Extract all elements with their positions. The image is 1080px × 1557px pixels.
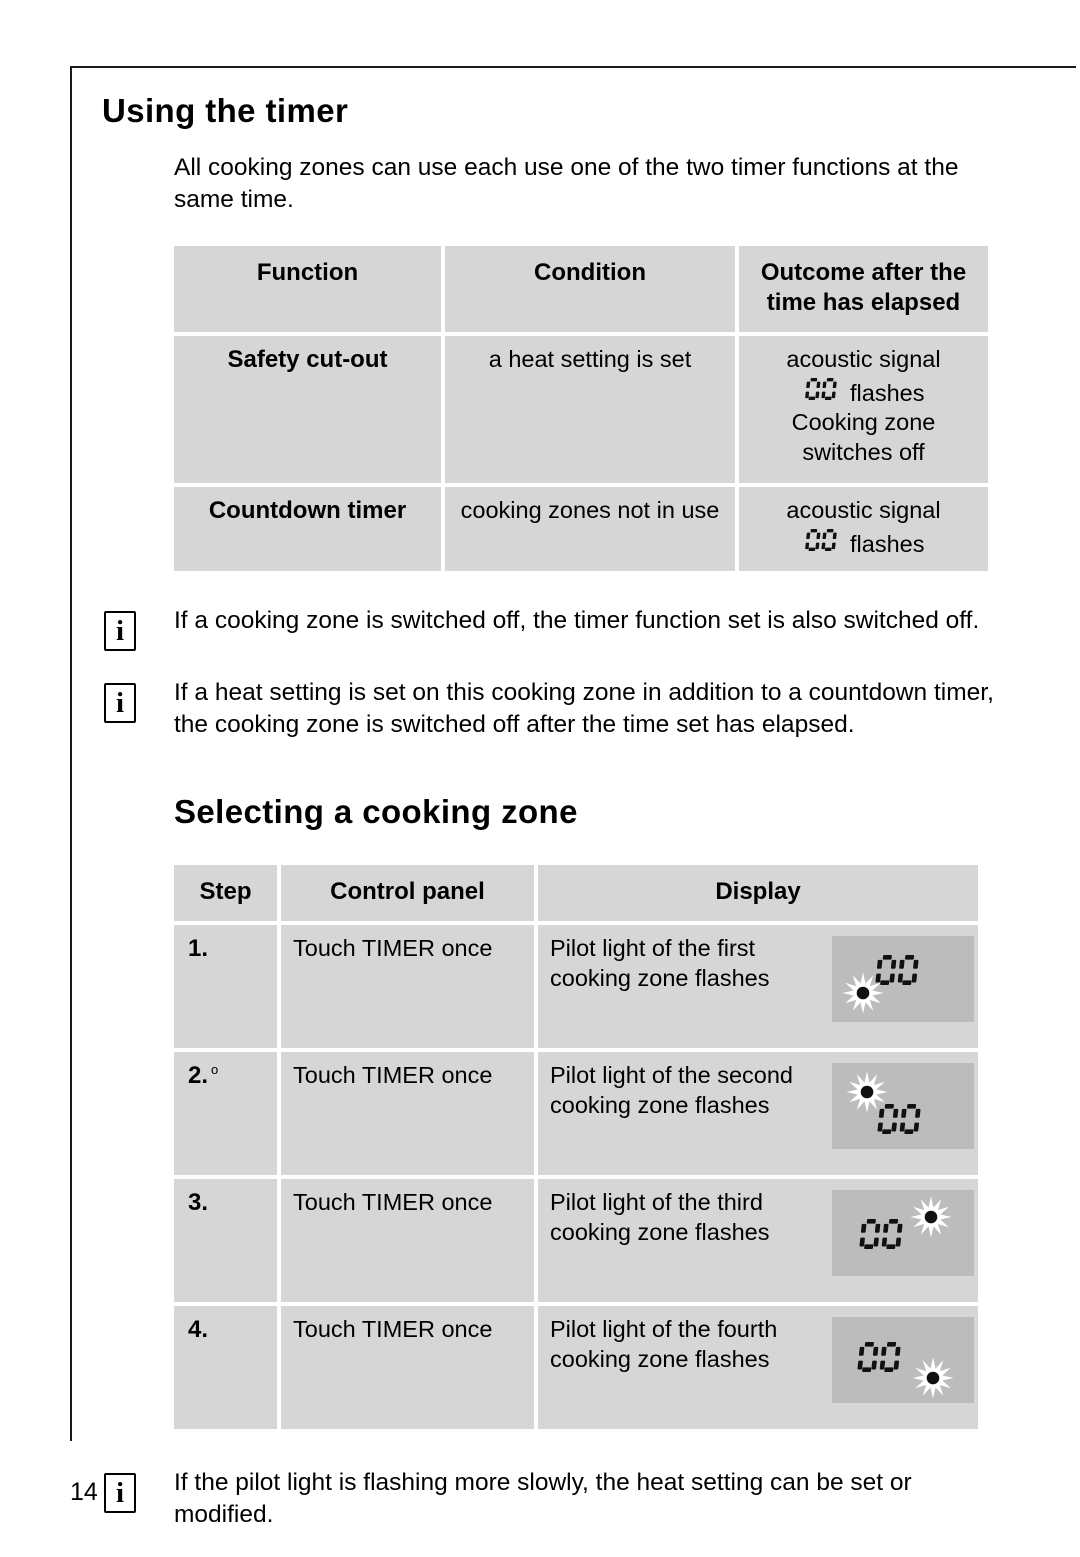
step-superscript-mark: o [211,1062,219,1078]
display-description-text: Pilot light of the third cooking zone fl… [550,1189,770,1245]
cell-condition-countdown-timer: cooking zones not in use [445,487,735,572]
column-header-function: Function [174,245,441,333]
pilot-light-flashing-icon [910,1196,952,1246]
cell-function-countdown-timer: Countdown timer [174,487,441,572]
page-title-using-the-timer: Using the timer [102,92,349,129]
outcome-line-switches-off: switches off [802,438,925,465]
cell-display: Pilot light of the third cooking zone fl… [538,1179,978,1303]
cell-display: Pilot light of the fourth cooking zone f… [538,1306,978,1430]
outcome-line-acoustic-signal: acoustic signal [786,497,941,524]
column-header-step: Step [174,865,277,922]
table-row: 3. Touch TIMER once Pilot light of the thi… [174,1179,978,1303]
page-title-selecting-a-cooking-zone: Selecting a cooking zone [174,793,578,831]
table-header-row: Step Control panel Display [174,865,978,922]
outcome-line-acoustic-signal: acoustic signal [786,346,941,373]
page-content: Using the timer All cooking zones can us… [102,92,1007,1557]
info-note-text: If a cooking zone is switched off, the t… [174,607,980,635]
page-left-rule [70,66,72,1441]
info-note-text: If the pilot light is flashing more slow… [174,1469,912,1529]
table-row: Countdown timer cooking zones not in use… [174,487,988,572]
pilot-light-flashing-icon [912,1357,954,1407]
lcd-seven-segment-digits [874,952,927,996]
cell-control-panel-action: Touch TIMER once [281,1052,534,1176]
cell-control-panel-action: Touch TIMER once [281,1179,534,1303]
lcd-display-graphic [832,936,974,1023]
display-description-text: Pilot light of the fourth cooking zone f… [550,1316,778,1372]
cell-function-safety-cut-out: Safety cut-out [174,336,441,484]
cell-outcome-safety-cut-out: acoustic signal flashes Cooking zone swi… [739,336,988,484]
lcd-seven-segment-digits [856,1339,909,1383]
info-note: i If a heat setting is set on this cooki… [102,677,1007,741]
info-icon: i [104,683,136,724]
table-row: 2. o Touch TIMER once Pilot light of the se… [174,1052,978,1176]
info-note-text: If a heat setting is set on this cooking… [174,679,994,739]
page-top-rule [70,66,1076,68]
info-icon: i [104,611,136,652]
notes-group-top: i If a cooking zone is switched off, the… [102,605,1007,741]
seven-segment-digits [803,375,844,403]
lcd-seven-segment-digits [858,1216,911,1260]
notes-group-bottom: i If the pilot light is flashing more sl… [102,1467,1007,1531]
timer-functions-table: Function Condition Outcome after the tim… [170,242,992,576]
info-icon: i [104,1473,136,1514]
seven-segment-digits [803,526,844,554]
lcd-display-graphic [832,1317,974,1404]
column-header-condition: Condition [445,245,735,333]
outcome-line-flashes: flashes [843,379,925,406]
display-description-text: Pilot light of the first cooking zone fl… [550,935,770,991]
cell-step-number: 3. [174,1179,277,1303]
lcd-display-graphic [832,1190,974,1277]
cell-step-number: 2. o [174,1052,277,1176]
selecting-cooking-zone-table: Step Control panel Display 1. Touch TIMER… [170,861,982,1433]
cell-condition-safety-cut-out: a heat setting is set [445,336,735,484]
page-number: 14 [70,1478,98,1506]
info-note: i If the pilot light is flashing more sl… [102,1467,1007,1531]
cell-display: Pilot light of the second cooking zone f… [538,1052,978,1176]
column-header-display: Display [538,865,978,922]
outcome-line-cooking-zone: Cooking zone [791,409,936,436]
lcd-display-graphic [832,1063,974,1150]
column-header-control-panel: Control panel [281,865,534,922]
cell-step-number: 1. [174,925,277,1049]
table-row: Safety cut-out a heat setting is set aco… [174,336,988,484]
display-description-text: Pilot light of the second cooking zone f… [550,1062,793,1118]
info-note: i If a cooking zone is switched off, the… [102,605,1007,652]
outcome-line-flashes: flashes [843,530,925,557]
cell-step-number: 4. [174,1306,277,1430]
column-header-outcome: Outcome after the time has elapsed [739,245,988,333]
intro-paragraph: All cooking zones can use each use one o… [174,154,959,213]
table-header-row: Function Condition Outcome after the tim… [174,245,988,333]
table-row: 1. Touch TIMER once Pilot light of the fir… [174,925,978,1049]
lcd-seven-segment-digits [876,1101,929,1145]
cell-display: Pilot light of the first cooking zone fl… [538,925,978,1049]
table-row: 4. Touch TIMER once Pilot light of the fou… [174,1306,978,1430]
cell-control-panel-action: Touch TIMER once [281,1306,534,1430]
cell-control-panel-action: Touch TIMER once [281,925,534,1049]
cell-outcome-countdown-timer: acoustic signal flashes [739,487,988,572]
